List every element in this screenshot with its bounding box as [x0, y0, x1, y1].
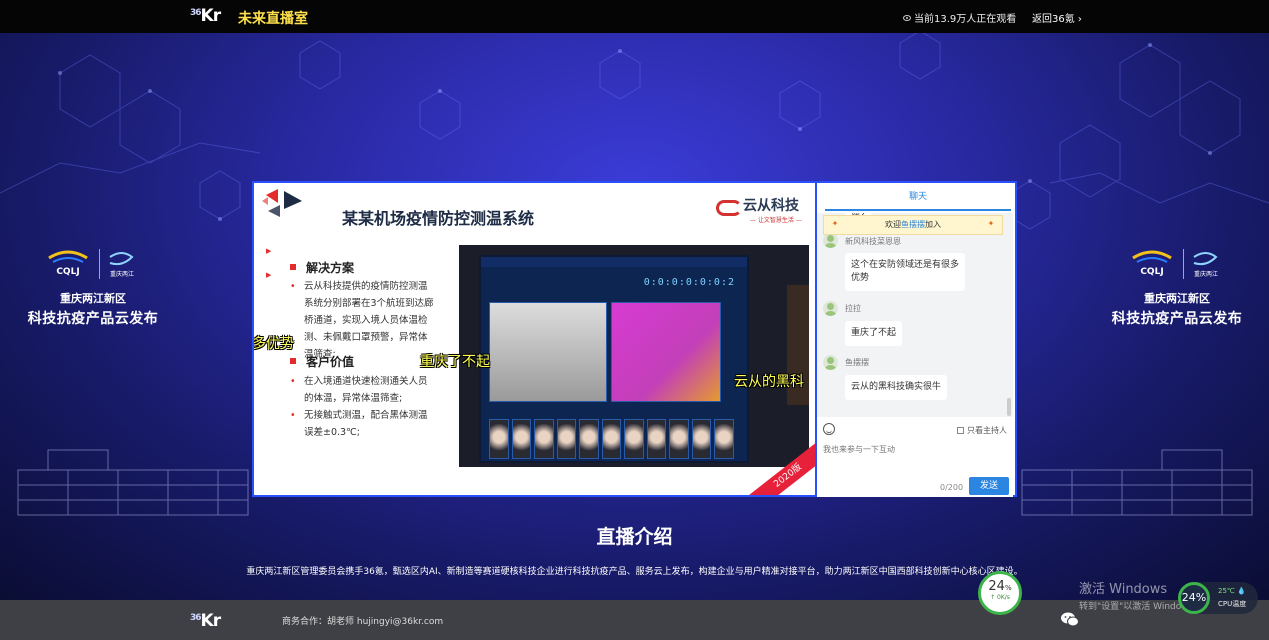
camera-feed-thermal: [611, 302, 721, 402]
network-gauge-widget[interactable]: 24% ↑ 0K/s: [978, 571, 1022, 615]
cpu-usage: 24%: [1178, 582, 1210, 614]
city-illustration-left: [17, 449, 249, 516]
danmu-comment: 云从的黑科: [734, 374, 804, 390]
eye-icon: [903, 14, 911, 21]
party-icon: ✦: [987, 219, 995, 228]
chat-panel: 聊天 搜? 新风科技菜恩恩 ✦ 欢迎鱼摆摆加入 ✦ 这个在安防领域还是有很多优势…: [817, 181, 1017, 497]
company-tagline: — 让文智慧生活 —: [750, 217, 802, 224]
chat-message-list[interactable]: 搜? 新风科技菜恩恩 ✦ 欢迎鱼摆摆加入 ✦ 这个在安防领域还是有很多优势 拉拉…: [817, 213, 1013, 417]
video-player[interactable]: 某某机场疫情防控测温系统 云从科技 — 让文智慧生活 — ▶ ▶ 解决方案 云从…: [252, 181, 817, 497]
chat-composer: 只看主持人 0/200 发送: [817, 417, 1013, 497]
side-brand-line2: 科技抗疫产品云发布: [1111, 311, 1243, 327]
avatar: [823, 355, 838, 370]
camera-feed-visible: [489, 302, 607, 402]
chat-bubble: 重庆了不起: [845, 321, 903, 346]
liangjiang-logo: 重庆两江: [1183, 249, 1225, 279]
face-thumbnails: [489, 419, 735, 459]
slide-section-heading: 客户价值: [290, 353, 354, 370]
back-link[interactable]: 返回36氪 ›: [1032, 10, 1082, 25]
network-speed: ↑ 0K/s: [990, 594, 1010, 601]
host-only-label: 只看主持人: [967, 426, 1007, 435]
cpu-temperature: 25℃ 💧: [1218, 587, 1246, 595]
slide-section-heading: 解决方案: [290, 259, 354, 276]
slide-decoration-icon: [262, 189, 302, 217]
chat-bubble: 云从的黑科技确实很牛: [845, 375, 948, 400]
slide-photo-temperature-screen: 0:0:0:0:0:0:2: [459, 245, 809, 467]
avatar: [823, 301, 838, 316]
side-brand-right: CQLJ 重庆两江 重庆两江新区 科技抗疫产品云发布: [1092, 246, 1262, 328]
viewer-count-text: 当前13.9万人正在观看: [914, 14, 1017, 25]
danmu-comment: 重庆了不起: [420, 354, 490, 370]
svg-text:重庆两江: 重庆两江: [110, 270, 134, 278]
cqlj-logo: CQLJ: [45, 248, 91, 280]
slide-bullet: 云从科技提供的疫情防控测温系统分别部署在3个航班到达廊桥通道，实现入境人员体温检…: [290, 278, 436, 363]
chat-scrollbar[interactable]: [1007, 398, 1011, 416]
emoji-icon[interactable]: [823, 423, 835, 435]
photo-digits: 0:0:0:0:0:0:2: [643, 277, 735, 288]
slide-bullet: 无接触式测温，配合黑体测温误差±0.3℃;: [290, 407, 436, 441]
cpu-label: CPU温度: [1218, 600, 1247, 608]
chat-username: 新风科技菜恩恩: [845, 237, 901, 246]
welcome-banner: ✦ 欢迎鱼摆摆加入 ✦: [823, 215, 1003, 235]
side-brand-line1: 重庆两江新区: [1144, 292, 1210, 305]
page-title: 未来直播室: [238, 11, 308, 27]
top-bar: 36Kr 未来直播室 当前13.9万人正在观看 返回36氪 ›: [0, 0, 1269, 33]
liangjiang-logo: 重庆两江: [99, 249, 141, 279]
business-contact: 商务合作：胡老师 hujingyi@36kr.com: [282, 617, 444, 627]
slide-bullet-marker: ▶: [266, 247, 272, 255]
cqlj-logo: CQLJ: [1129, 248, 1175, 280]
chat-input[interactable]: [823, 445, 1003, 454]
viewer-count: 当前13.9万人正在观看: [903, 10, 1016, 25]
svg-text:重庆两江: 重庆两江: [1194, 270, 1218, 278]
slide-title: 某某机场疫情防控测温系统: [342, 209, 535, 228]
wechat-icon[interactable]: [1061, 612, 1079, 627]
avatar: [823, 233, 838, 248]
side-brand-line1: 重庆两江新区: [60, 292, 126, 305]
cloudwalk-icon: [716, 197, 742, 216]
svg-text:CQLJ: CQLJ: [56, 267, 79, 277]
cpu-temp-widget[interactable]: 24% 25℃ 💧 CPU温度: [1178, 582, 1258, 614]
cloudwalk-logo: 云从科技 — 让文智慧生活 —: [716, 195, 802, 224]
tab-chat[interactable]: 聊天: [825, 187, 1011, 211]
city-illustration-right: [1021, 449, 1253, 516]
footer-36kr-logo[interactable]: 36Kr: [190, 611, 221, 631]
side-brand-left: CQLJ 重庆两江 重庆两江新区 科技抗疫产品云发布: [8, 246, 178, 328]
send-button[interactable]: 发送: [969, 477, 1009, 495]
36kr-logo[interactable]: 36Kr: [190, 6, 221, 26]
chat-bubble: 这个在安防领域还是有很多优势: [845, 253, 965, 291]
chat-username: 拉拉: [845, 304, 861, 313]
party-icon: ✦: [831, 219, 839, 228]
danmu-comment: 多优势: [252, 336, 294, 352]
chat-username: 鱼摆摆: [845, 358, 869, 367]
company-name: 云从科技: [743, 198, 799, 214]
side-brand-line2: 科技抗疫产品云发布: [27, 311, 159, 327]
slide-bullet: 在入境通道快速检测通关人员的体温，异常体温筛查;: [290, 373, 436, 407]
checkbox-icon[interactable]: [957, 427, 964, 434]
svg-text:CQLJ: CQLJ: [1140, 267, 1163, 277]
intro-description: 重庆两江新区管理委员会携手36氪，甄选区内AI、新制造等赛道硬核科技企业进行科技…: [246, 567, 1023, 577]
intro-title: 直播介绍: [596, 526, 673, 548]
host-only-checkbox[interactable]: 只看主持人: [957, 425, 1007, 436]
slide-bullet-marker: ▶: [266, 271, 272, 279]
char-counter: 0/200: [940, 483, 964, 492]
